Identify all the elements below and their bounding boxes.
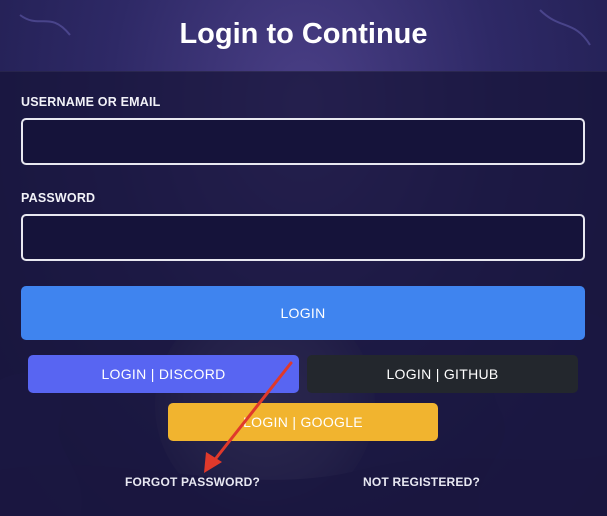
github-login-button[interactable]: LOGIN | GITHUB (307, 355, 578, 393)
username-label: USERNAME OR EMAIL (21, 95, 161, 109)
discord-login-button[interactable]: LOGIN | DISCORD (28, 355, 299, 393)
google-login-button[interactable]: LOGIN | GOOGLE (168, 403, 438, 441)
not-registered-link[interactable]: NOT REGISTERED? (363, 475, 480, 489)
username-input[interactable] (21, 118, 585, 165)
password-label: PASSWORD (21, 191, 96, 205)
login-button[interactable]: LOGIN (21, 286, 585, 340)
forgot-password-link[interactable]: FORGOT PASSWORD? (125, 475, 260, 489)
password-input[interactable] (21, 214, 585, 261)
page-title: Login to Continue (179, 18, 428, 50)
